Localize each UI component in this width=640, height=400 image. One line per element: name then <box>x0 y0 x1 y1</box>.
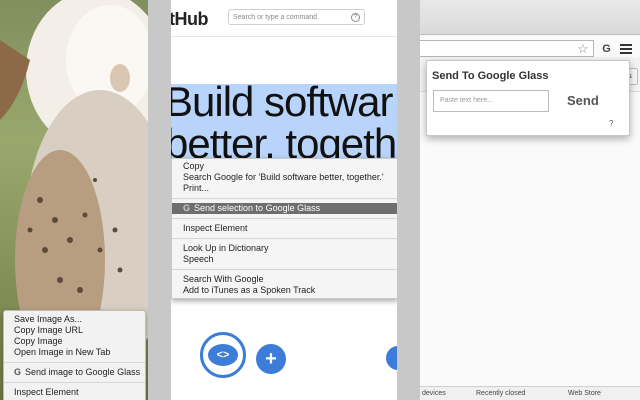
add-bubble-icon: + <box>256 344 286 374</box>
menu-item-open-image-new-tab[interactable]: Open Image in New Tab <box>4 347 145 358</box>
help-link[interactable]: ? <box>609 119 613 128</box>
menu-separator <box>4 362 145 363</box>
menu-item-speech[interactable]: Speech <box>172 254 397 265</box>
menu-item-send-image-glass[interactable]: G Send image to Google Glass <box>4 367 145 378</box>
menu-separator <box>172 269 397 270</box>
menu-item-search-google-for[interactable]: Search Google for 'Build software better… <box>172 172 397 183</box>
send-button[interactable]: Send <box>567 93 599 108</box>
menu-separator <box>172 198 397 199</box>
code-bubble-icon: <> <box>200 332 246 378</box>
menu-item-copy-image[interactable]: Copy Image <box>4 336 145 347</box>
menu-item-look-up-dictionary[interactable]: Look Up in Dictionary <box>172 243 397 254</box>
menu-separator <box>172 238 397 239</box>
address-bar[interactable] <box>420 40 594 57</box>
paste-text-input[interactable]: Paste text here... <box>433 90 549 112</box>
menu-item-search-with-google[interactable]: Search With Google <box>172 274 397 285</box>
chrome-tab-strip <box>420 0 640 35</box>
glass-extension-button[interactable]: G <box>599 42 614 56</box>
image-context-menu: Save Image As... Copy Image URL Copy Ima… <box>3 310 146 400</box>
chrome-browser-panel: ☆ G s P Send To Google Glass Paste text … <box>420 0 640 400</box>
search-placeholder: Search or type a command <box>233 14 318 21</box>
menu-item-add-to-itunes[interactable]: Add to iTunes as a Spoken Track <box>172 285 397 296</box>
bookmark-star-icon[interactable]: ☆ <box>577 41 589 57</box>
menu-item-copy-image-url[interactable]: Copy Image URL <box>4 325 145 336</box>
chrome-menu-icon[interactable] <box>620 42 632 56</box>
new-tab-bottom-bar: devices Recently closed Web Store <box>420 386 640 400</box>
menu-item-copy[interactable]: Copy <box>172 161 397 172</box>
popup-title: Send To Google Glass <box>432 70 549 82</box>
partial-bubble-icon <box>386 346 397 370</box>
menu-item-label: Send image to Google Glass <box>25 367 141 377</box>
recently-closed-link[interactable]: Recently closed <box>476 387 525 400</box>
github-page-panel: tHub Search or type a command ? Build so… <box>171 0 397 400</box>
menu-item-send-selection-glass[interactable]: G Send selection to Google Glass <box>172 203 397 214</box>
hero-headline-selected[interactable]: Build softwar better, togeth <box>171 84 397 160</box>
menu-separator <box>4 382 145 383</box>
web-store-link[interactable]: Web Store <box>568 387 601 400</box>
menu-item-save-image[interactable]: Save Image As... <box>4 314 145 325</box>
menu-item-inspect-element[interactable]: Inspect Element <box>4 387 145 398</box>
glass-extension-icon: G <box>14 367 22 377</box>
code-glyph: <> <box>208 344 238 366</box>
menu-item-label: Send selection to Google Glass <box>194 203 321 213</box>
owl-photo-panel: Save Image As... Copy Image URL Copy Ima… <box>0 0 148 400</box>
selection-context-menu: Copy Search Google for 'Build software b… <box>171 158 397 299</box>
github-logo[interactable]: tHub <box>171 9 208 30</box>
menu-item-inspect-element[interactable]: Inspect Element <box>172 223 397 234</box>
send-to-glass-popup: Send To Google Glass Paste text here... … <box>426 60 630 136</box>
menu-separator <box>172 218 397 219</box>
hero-line-2: better, togeth <box>171 120 397 160</box>
glass-extension-icon: G <box>183 203 191 213</box>
github-header: tHub Search or type a command ? <box>171 0 397 37</box>
other-devices-link[interactable]: devices <box>422 387 446 400</box>
help-icon[interactable]: ? <box>351 13 360 22</box>
github-search-input[interactable]: Search or type a command ? <box>228 9 365 25</box>
menu-item-print[interactable]: Print... <box>172 183 397 194</box>
